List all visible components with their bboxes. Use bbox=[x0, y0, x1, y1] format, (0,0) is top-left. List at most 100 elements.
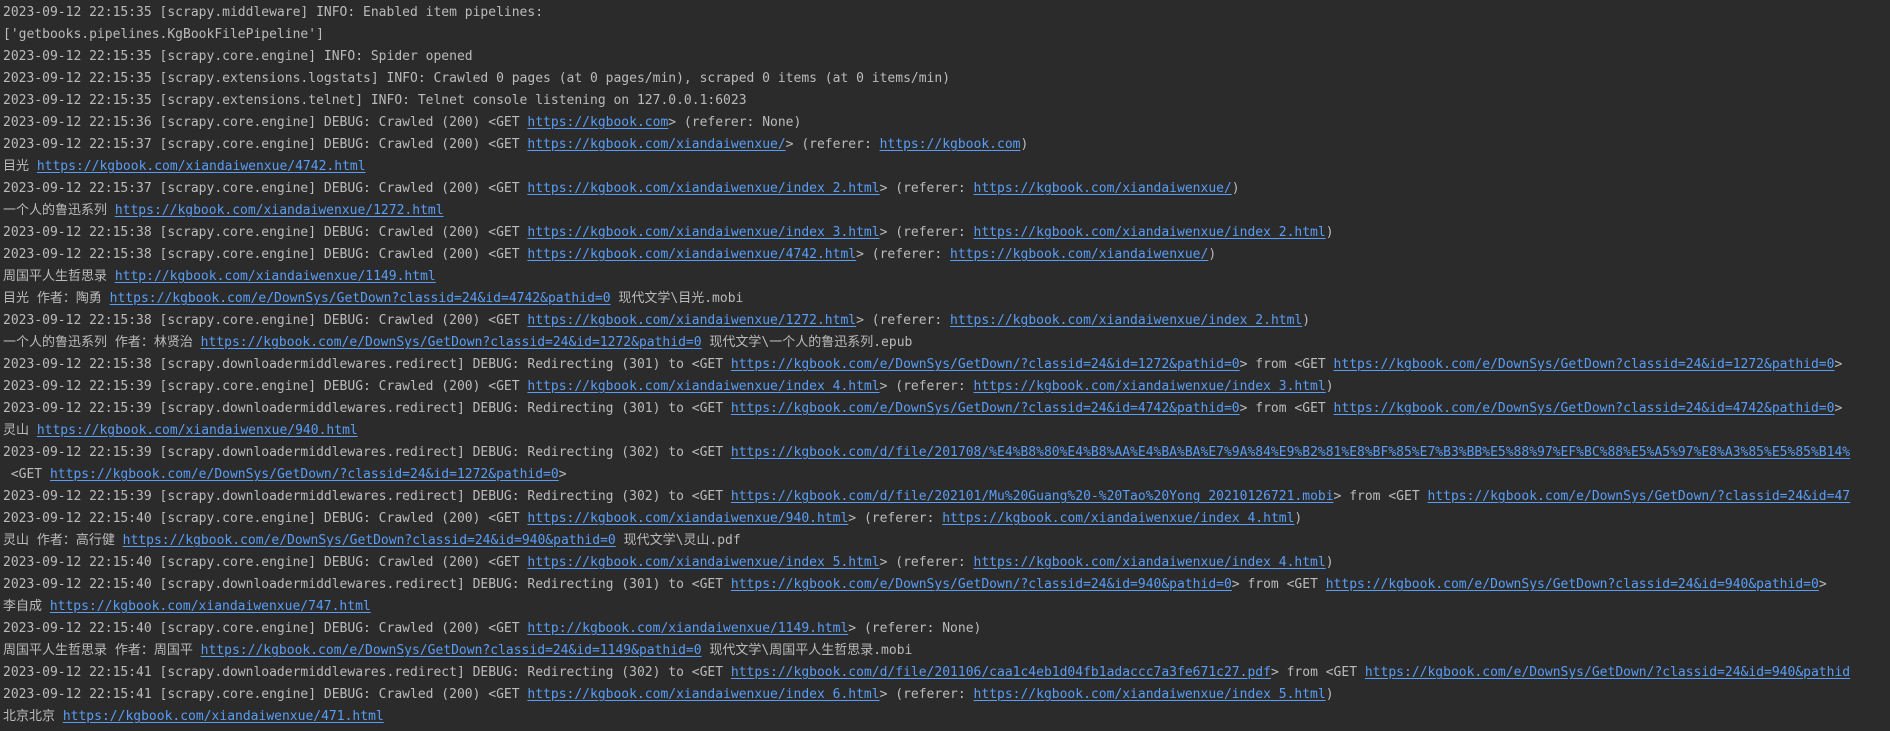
console-line: 2023-09-12 22:15:36 [scrapy.core.engine]… bbox=[3, 112, 1890, 134]
log-text: ) bbox=[1294, 511, 1303, 526]
log-text: ) bbox=[1325, 379, 1334, 394]
log-text: 一个人的鲁迅系列 作者：林贤治 bbox=[3, 335, 201, 350]
url-link[interactable]: https://kgbook.com/xiandaiwenxue/4742.ht… bbox=[37, 159, 366, 174]
url-link[interactable]: https://kgbook.com/xiandaiwenxue/index_6… bbox=[527, 687, 879, 702]
log-text: 2023-09-12 22:15:40 [scrapy.core.engine]… bbox=[3, 621, 528, 636]
url-link[interactable]: https://kgbook.com/xiandaiwenxue/ bbox=[974, 181, 1232, 196]
url-link[interactable]: https://kgbook.com/xiandaiwenxue/1272.ht… bbox=[115, 203, 444, 218]
url-link[interactable]: https://kgbook.com/xiandaiwenxue/471.htm… bbox=[63, 709, 384, 724]
url-link[interactable]: https://kgbook.com/xiandaiwenxue/index_2… bbox=[527, 181, 879, 196]
log-text: > (referer: bbox=[879, 225, 974, 240]
log-text: 2023-09-12 22:15:39 [scrapy.downloadermi… bbox=[3, 445, 731, 460]
log-text: ) bbox=[1325, 225, 1334, 240]
url-link[interactable]: http://kgbook.com/xiandaiwenxue/1149.htm… bbox=[115, 269, 436, 284]
console-line: 2023-09-12 22:15:35 [scrapy.extensions.t… bbox=[3, 90, 1890, 112]
url-link[interactable]: https://kgbook.com/e/DownSys/GetDown?cla… bbox=[201, 643, 702, 658]
log-text: 2023-09-12 22:15:37 [scrapy.core.engine]… bbox=[3, 181, 528, 196]
console-line: 2023-09-12 22:15:40 [scrapy.core.engine]… bbox=[3, 552, 1890, 574]
url-link[interactable]: https://kgbook.com/e/DownSys/GetDown/?cl… bbox=[50, 467, 559, 482]
console-line: 2023-09-12 22:15:37 [scrapy.core.engine]… bbox=[3, 178, 1890, 200]
log-text: ) bbox=[1231, 181, 1240, 196]
url-link[interactable]: https://kgbook.com/e/DownSys/GetDown/?cl… bbox=[731, 401, 1240, 416]
url-link[interactable]: https://kgbook.com/e/DownSys/GetDown?cla… bbox=[1334, 357, 1835, 372]
console-output: 2023-09-12 22:15:35 [scrapy.middleware] … bbox=[0, 0, 1890, 728]
url-link[interactable]: https://kgbook.com/xiandaiwenxue/index_5… bbox=[974, 687, 1326, 702]
url-link[interactable]: https://kgbook.com/e/DownSys/GetDown?cla… bbox=[1334, 401, 1835, 416]
log-text: 周国平人生哲思录 作者：周国平 bbox=[3, 643, 201, 658]
url-link[interactable]: https://kgbook.com/xiandaiwenxue/index_4… bbox=[974, 555, 1326, 570]
url-link[interactable]: https://kgbook.com bbox=[880, 137, 1021, 152]
log-text: > (referer: None) bbox=[668, 115, 802, 130]
log-text: 周国平人生哲思录 bbox=[3, 269, 115, 284]
log-text: > (referer: bbox=[856, 313, 951, 328]
log-text: 灵山 作者：高行健 bbox=[3, 533, 123, 548]
url-link[interactable]: https://kgbook.com bbox=[527, 115, 668, 130]
url-link[interactable]: https://kgbook.com/e/DownSys/GetDown/?cl… bbox=[731, 357, 1240, 372]
log-text: 2023-09-12 22:15:35 [scrapy.extensions.l… bbox=[3, 71, 951, 86]
url-link[interactable]: https://kgbook.com/e/DownSys/GetDown?cla… bbox=[201, 335, 702, 350]
console-line: 李自成 https://kgbook.com/xiandaiwenxue/747… bbox=[3, 596, 1890, 618]
log-text: > from <GET bbox=[1239, 401, 1334, 416]
url-link[interactable]: https://kgbook.com/xiandaiwenxue/index_3… bbox=[974, 379, 1326, 394]
log-text: 2023-09-12 22:15:35 [scrapy.middleware] … bbox=[3, 5, 544, 20]
log-text: 目光 bbox=[3, 159, 37, 174]
log-text: 现代文学\灵山.pdf bbox=[615, 533, 741, 548]
log-text: ) bbox=[1302, 313, 1311, 328]
console-line: 2023-09-12 22:15:38 [scrapy.core.engine]… bbox=[3, 310, 1890, 332]
url-link[interactable]: https://kgbook.com/xiandaiwenxue/ bbox=[950, 247, 1208, 262]
log-text: 2023-09-12 22:15:41 [scrapy.core.engine]… bbox=[3, 687, 528, 702]
log-text: > (referer: bbox=[848, 511, 943, 526]
log-text: 李自成 bbox=[3, 599, 50, 614]
url-link[interactable]: https://kgbook.com/e/DownSys/GetDown/?cl… bbox=[731, 577, 1232, 592]
console-line: 2023-09-12 22:15:41 [scrapy.downloadermi… bbox=[3, 662, 1890, 684]
log-text: 目光 作者：陶勇 bbox=[3, 291, 110, 306]
console-line: 2023-09-12 22:15:35 [scrapy.core.engine]… bbox=[3, 46, 1890, 68]
console-line: 2023-09-12 22:15:35 [scrapy.extensions.l… bbox=[3, 68, 1890, 90]
log-text: > (referer: bbox=[879, 687, 974, 702]
log-text: <GET bbox=[3, 467, 50, 482]
url-link[interactable]: https://kgbook.com/xiandaiwenxue/940.htm… bbox=[527, 511, 848, 526]
url-link[interactable]: https://kgbook.com/d/file/201708/%E4%B8%… bbox=[731, 445, 1850, 460]
url-link[interactable]: https://kgbook.com/d/file/202101/Mu%20Gu… bbox=[731, 489, 1334, 504]
url-link[interactable]: https://kgbook.com/xiandaiwenxue/index_2… bbox=[950, 313, 1302, 328]
url-link[interactable]: https://kgbook.com/e/DownSys/GetDown/?cl… bbox=[1427, 489, 1850, 504]
log-text: > from <GET bbox=[1231, 577, 1326, 592]
url-link[interactable]: https://kgbook.com/e/DownSys/GetDown/?cl… bbox=[1365, 665, 1850, 680]
url-link[interactable]: https://kgbook.com/xiandaiwenxue/index_2… bbox=[974, 225, 1326, 240]
url-link[interactable]: http://kgbook.com/xiandaiwenxue/1149.htm… bbox=[527, 621, 848, 636]
url-link[interactable]: https://kgbook.com/xiandaiwenxue/index_4… bbox=[527, 379, 879, 394]
console-line: 2023-09-12 22:15:39 [scrapy.downloadermi… bbox=[3, 486, 1890, 508]
url-link[interactable]: https://kgbook.com/e/DownSys/GetDown?cla… bbox=[123, 533, 616, 548]
console-line: 2023-09-12 22:15:40 [scrapy.core.engine]… bbox=[3, 618, 1890, 640]
log-text: 2023-09-12 22:15:39 [scrapy.downloadermi… bbox=[3, 489, 731, 504]
log-text: ) bbox=[1325, 687, 1334, 702]
url-link[interactable]: https://kgbook.com/xiandaiwenxue/ bbox=[527, 137, 785, 152]
log-text: 现代文学\周国平人生哲思录.mobi bbox=[701, 643, 913, 658]
url-link[interactable]: https://kgbook.com/e/DownSys/GetDown?cla… bbox=[110, 291, 611, 306]
log-text: 2023-09-12 22:15:40 [scrapy.core.engine]… bbox=[3, 511, 528, 526]
log-text: 2023-09-12 22:15:38 [scrapy.core.engine]… bbox=[3, 247, 528, 262]
log-text: 北京北京 bbox=[3, 709, 63, 724]
url-link[interactable]: https://kgbook.com/xiandaiwenxue/747.htm… bbox=[50, 599, 371, 614]
console-line: 2023-09-12 22:15:39 [scrapy.downloadermi… bbox=[3, 442, 1890, 464]
console-line: 目光 作者：陶勇 https://kgbook.com/e/DownSys/Ge… bbox=[3, 288, 1890, 310]
log-text: 灵山 bbox=[3, 423, 37, 438]
log-text: 2023-09-12 22:15:39 [scrapy.core.engine]… bbox=[3, 379, 528, 394]
url-link[interactable]: https://kgbook.com/xiandaiwenxue/1272.ht… bbox=[527, 313, 856, 328]
url-link[interactable]: https://kgbook.com/xiandaiwenxue/index_3… bbox=[527, 225, 879, 240]
url-link[interactable]: https://kgbook.com/xiandaiwenxue/index_4… bbox=[942, 511, 1294, 526]
url-link[interactable]: https://kgbook.com/xiandaiwenxue/index_5… bbox=[527, 555, 879, 570]
url-link[interactable]: https://kgbook.com/d/file/201106/caa1c4e… bbox=[731, 665, 1271, 680]
log-text: 2023-09-12 22:15:36 [scrapy.core.engine]… bbox=[3, 115, 528, 130]
console-line: <GET https://kgbook.com/e/DownSys/GetDow… bbox=[3, 464, 1890, 486]
log-text: > from <GET bbox=[1270, 665, 1365, 680]
log-text: ) bbox=[1208, 247, 1217, 262]
url-link[interactable]: https://kgbook.com/xiandaiwenxue/4742.ht… bbox=[527, 247, 856, 262]
log-text: > from <GET bbox=[1333, 489, 1428, 504]
url-link[interactable]: https://kgbook.com/e/DownSys/GetDown?cla… bbox=[1326, 577, 1819, 592]
console-line: 周国平人生哲思录 作者：周国平 https://kgbook.com/e/Dow… bbox=[3, 640, 1890, 662]
log-text: > (referer: None) bbox=[848, 621, 982, 636]
log-text: 2023-09-12 22:15:37 [scrapy.core.engine]… bbox=[3, 137, 528, 152]
console-line: 2023-09-12 22:15:37 [scrapy.core.engine]… bbox=[3, 134, 1890, 156]
url-link[interactable]: https://kgbook.com/xiandaiwenxue/940.htm… bbox=[37, 423, 358, 438]
